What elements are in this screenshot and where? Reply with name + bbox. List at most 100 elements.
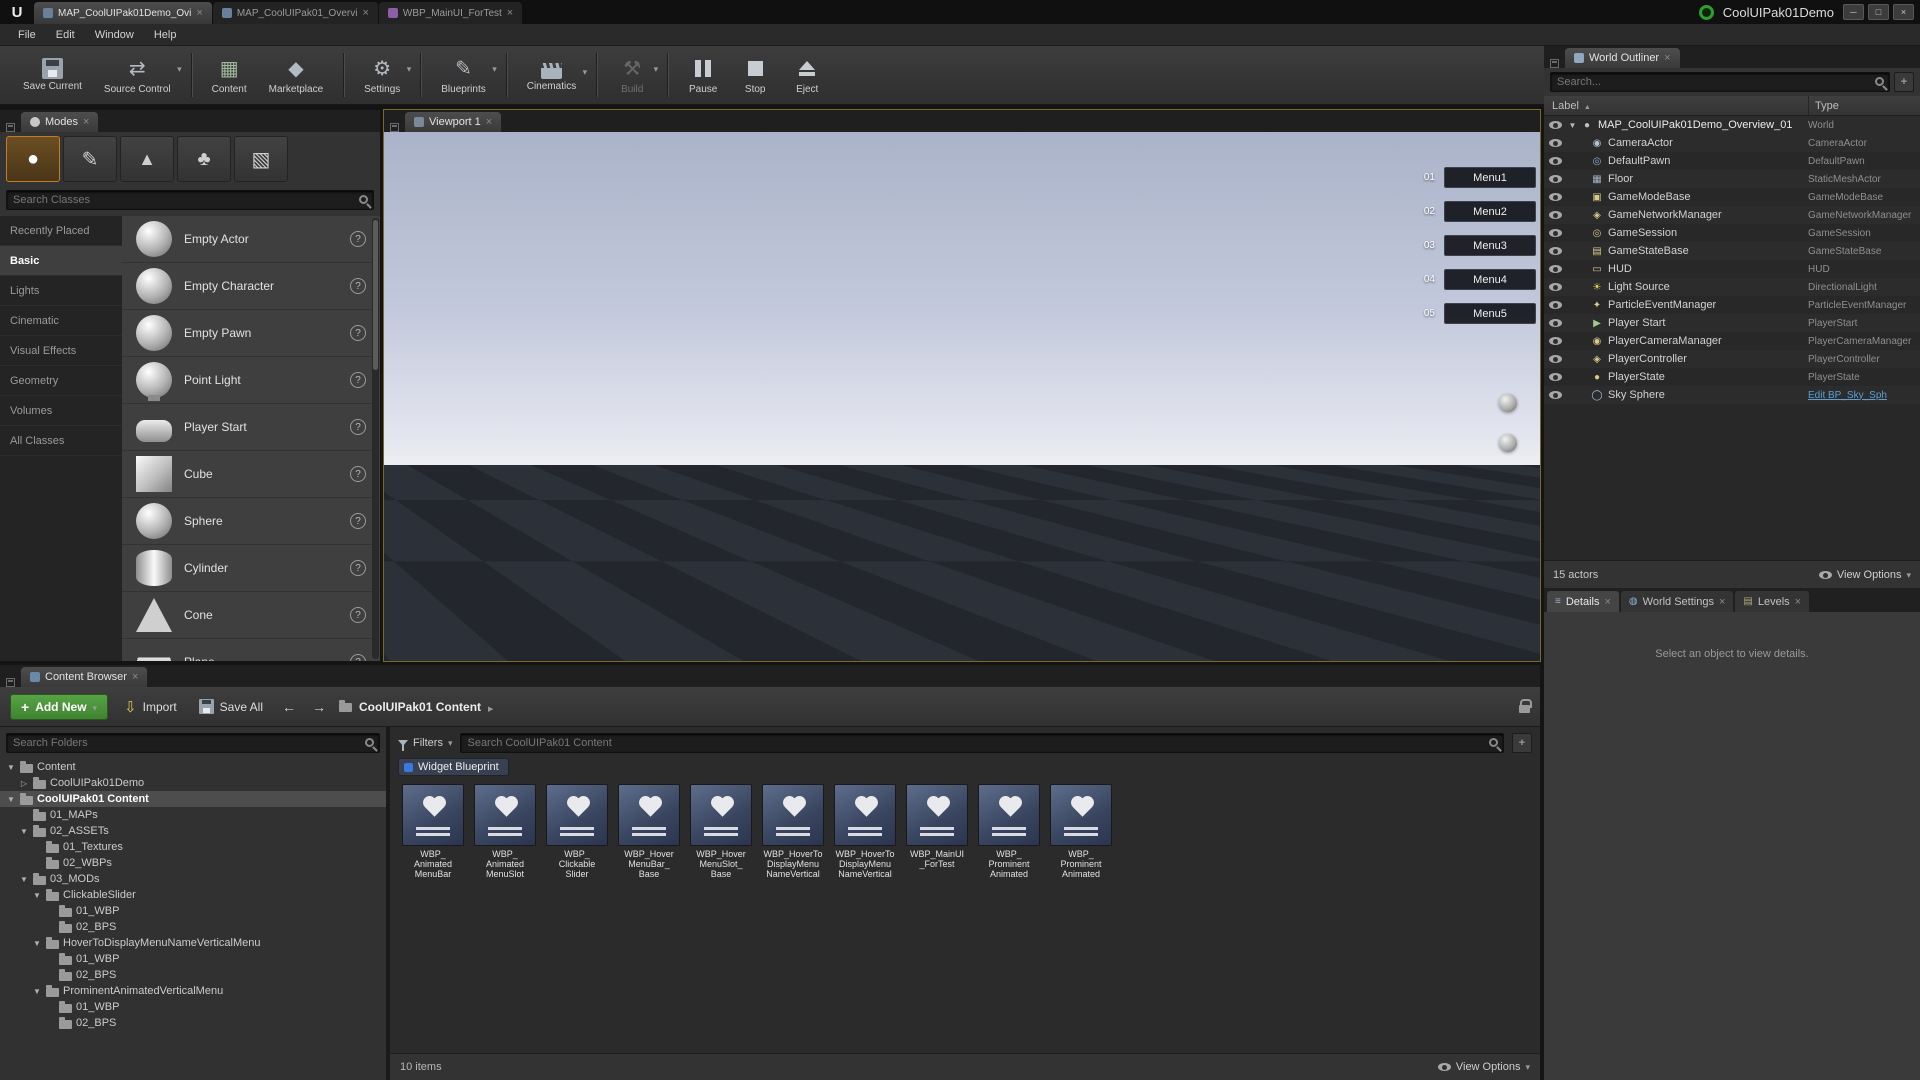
- asset-tile[interactable]: WBP_ Clickable Slider: [542, 784, 612, 879]
- folder-tree-item[interactable]: ▼ Content: [0, 759, 386, 775]
- visibility-eye-icon[interactable]: [1544, 229, 1566, 237]
- visibility-eye-icon[interactable]: [1544, 121, 1566, 129]
- visibility-eye-icon[interactable]: [1544, 175, 1566, 183]
- viewport-overlay-button[interactable]: [1499, 474, 1517, 492]
- chevron-down-icon[interactable]: [177, 64, 182, 75]
- mode-category[interactable]: Recently Placed: [0, 216, 122, 246]
- stop-button[interactable]: Stop: [729, 52, 781, 98]
- folder-tree-item[interactable]: ▷ CoolUIPak01Demo: [0, 775, 386, 791]
- clickable-slider-widget[interactable]: [771, 616, 1194, 651]
- asset-tile[interactable]: WBP_ Animated MenuBar: [398, 784, 468, 879]
- help-icon[interactable]: ?: [350, 607, 366, 623]
- column-header-type[interactable]: Type: [1808, 96, 1920, 115]
- close-icon[interactable]: [1604, 596, 1610, 608]
- outliner-actor-row[interactable]: ◎ DefaultPawn DefaultPawn: [1544, 152, 1920, 170]
- tab-modes[interactable]: Modes: [21, 112, 98, 132]
- forward-button[interactable]: →: [309, 699, 329, 715]
- document-tab[interactable]: WBP_MainUI_ForTest: [379, 2, 522, 24]
- mode-category[interactable]: Volumes: [0, 396, 122, 426]
- outliner-actor-row[interactable]: ● PlayerState PlayerState: [1544, 368, 1920, 386]
- asset-tile[interactable]: WBP_Hover MenuBar_ Base: [614, 784, 684, 879]
- scrollbar-thumb[interactable]: [373, 220, 378, 370]
- outliner-actor-row[interactable]: ▤ GameStateBase GameStateBase: [1544, 242, 1920, 260]
- save-current-button[interactable]: Save Current: [12, 55, 93, 95]
- asset-tile[interactable]: WBP_Hover MenuSlot_ Base: [686, 784, 756, 879]
- visibility-eye-icon[interactable]: [1544, 373, 1566, 381]
- help-icon[interactable]: ?: [350, 560, 366, 576]
- folder-search-input[interactable]: [6, 733, 380, 753]
- import-button[interactable]: Import: [118, 694, 183, 720]
- help-icon[interactable]: ?: [350, 278, 366, 294]
- paint-mode-button[interactable]: [63, 136, 117, 182]
- settings-button[interactable]: Settings: [353, 52, 411, 98]
- marketplace-button[interactable]: Marketplace: [258, 52, 334, 98]
- tab-world-outliner[interactable]: World Outliner: [1565, 48, 1680, 68]
- menu-item-button[interactable]: Menu5: [1444, 303, 1536, 324]
- outliner-actor-row[interactable]: ▣ GameModeBase GameModeBase: [1544, 188, 1920, 206]
- clickable-slider-widget[interactable]: [793, 558, 1185, 593]
- filter-chip[interactable]: Widget Blueprint: [398, 758, 509, 776]
- outliner-actor-row[interactable]: ◈ GameNetworkManager GameNetworkManager: [1544, 206, 1920, 224]
- geometry-mode-button[interactable]: [234, 136, 288, 182]
- help-icon[interactable]: ?: [350, 654, 366, 661]
- expand-arrow-icon[interactable]: ▼: [1566, 121, 1579, 130]
- outliner-filter-button[interactable]: [1894, 72, 1914, 92]
- back-button[interactable]: ←: [279, 699, 299, 715]
- placeable-item[interactable]: Empty Actor ?: [122, 216, 380, 263]
- cinematics-button[interactable]: Cinematics: [516, 55, 587, 95]
- pause-button[interactable]: Pause: [677, 52, 729, 98]
- tab-viewport-1[interactable]: Viewport 1: [405, 112, 501, 132]
- placeable-item[interactable]: Cylinder ?: [122, 545, 380, 592]
- folder-tree-item[interactable]: ▼ ClickableSlider: [0, 887, 386, 903]
- asset-tile[interactable]: WBP_ Prominent Animated: [1046, 784, 1116, 879]
- expand-arrow-icon[interactable]: ▷: [19, 779, 29, 788]
- document-tab[interactable]: MAP_CoolUIPak01_Overvi: [213, 2, 378, 24]
- close-icon[interactable]: [362, 7, 368, 19]
- outliner-actor-row[interactable]: ◉ PlayerCameraManager PlayerCameraManage…: [1544, 332, 1920, 350]
- help-icon[interactable]: ?: [350, 372, 366, 388]
- visibility-eye-icon[interactable]: [1544, 319, 1566, 327]
- landscape-mode-button[interactable]: [120, 136, 174, 182]
- expand-arrow-icon[interactable]: ▼: [6, 763, 16, 772]
- placeable-item[interactable]: Cube ?: [122, 451, 380, 498]
- viewport-overlay-button[interactable]: [1499, 554, 1517, 572]
- mode-category[interactable]: Lights: [0, 276, 122, 306]
- asset-tile[interactable]: WBP_HoverTo DisplayMenu NameVertical: [758, 784, 828, 879]
- content-view-options-button[interactable]: View Options: [1438, 1061, 1530, 1073]
- breadcrumb-arrow-icon[interactable]: [488, 700, 493, 714]
- expand-arrow-icon[interactable]: ▼: [32, 939, 42, 948]
- place-mode-button[interactable]: [6, 136, 60, 182]
- expand-arrow-icon[interactable]: ▼: [32, 987, 42, 996]
- folder-tree-item[interactable]: ▼ CoolUIPak01 Content: [0, 791, 386, 807]
- viewport-3d-canvas[interactable]: 01 Menu1 02 Menu2 03 Menu3 04 Menu4: [384, 132, 1540, 661]
- close-icon[interactable]: [1664, 52, 1670, 64]
- folder-tree-item[interactable]: 02_WBPs: [0, 855, 386, 871]
- outliner-actor-row[interactable]: ◉ CameraActor CameraActor: [1544, 134, 1920, 152]
- visibility-eye-icon[interactable]: [1544, 139, 1566, 147]
- save-all-button[interactable]: Save All: [193, 694, 269, 720]
- visibility-eye-icon[interactable]: [1544, 193, 1566, 201]
- mode-category[interactable]: Cinematic: [0, 306, 122, 336]
- menu-item-button[interactable]: Menu1: [1444, 167, 1536, 188]
- menu-help[interactable]: Help: [144, 27, 187, 43]
- foliage-mode-button[interactable]: [177, 136, 231, 182]
- menu-window[interactable]: Window: [85, 27, 144, 43]
- lock-button[interactable]: [1519, 705, 1530, 713]
- close-icon[interactable]: [486, 116, 492, 128]
- outliner-actor-row[interactable]: ▭ HUD HUD: [1544, 260, 1920, 278]
- placeable-item[interactable]: Cone ?: [122, 592, 380, 639]
- asset-tile[interactable]: WBP_HoverTo DisplayMenu NameVertical: [830, 784, 900, 879]
- mode-category[interactable]: All Classes: [0, 426, 122, 456]
- menu-file[interactable]: File: [8, 27, 46, 43]
- add-new-button[interactable]: Add New: [10, 694, 108, 720]
- outliner-actor-row[interactable]: ▦ Floor StaticMeshActor: [1544, 170, 1920, 188]
- folder-tree-item[interactable]: 02_BPS: [0, 1015, 386, 1031]
- source-control-button[interactable]: Source Control: [93, 52, 182, 98]
- expand-arrow-icon[interactable]: ▼: [6, 795, 16, 804]
- tab-well-icon[interactable]: [6, 678, 15, 687]
- outliner-actor-row[interactable]: ☀ Light Source DirectionalLight: [1544, 278, 1920, 296]
- close-icon[interactable]: [1719, 596, 1725, 608]
- chevron-down-icon[interactable]: [583, 67, 588, 78]
- outliner-search-input[interactable]: [1550, 72, 1890, 92]
- placeable-item[interactable]: Sphere ?: [122, 498, 380, 545]
